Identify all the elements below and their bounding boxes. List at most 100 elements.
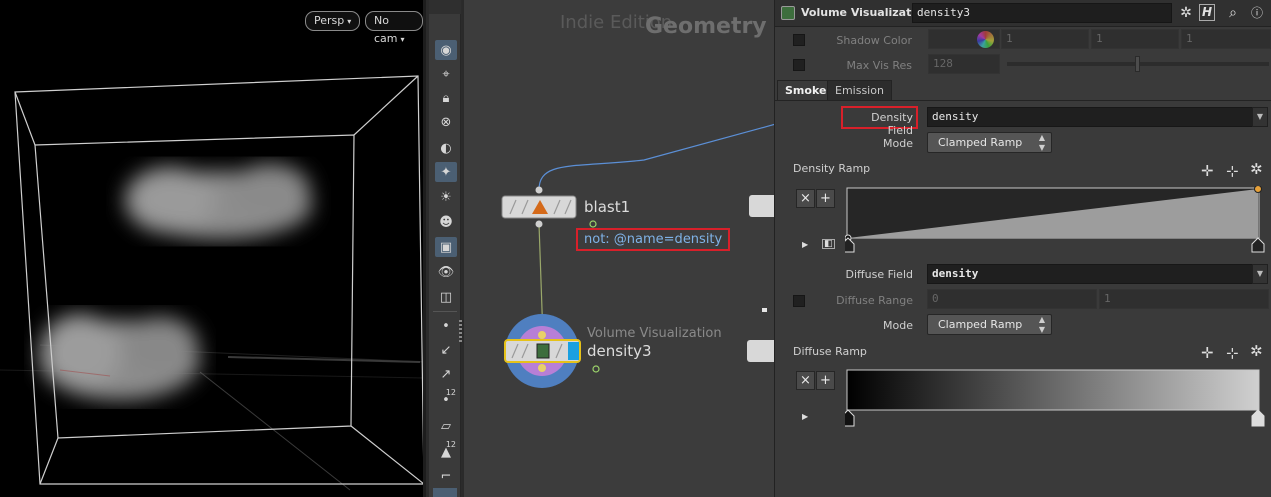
density-field-dropdown[interactable]: ▼ bbox=[1252, 107, 1268, 127]
light-icon[interactable]: ✦ bbox=[435, 162, 457, 182]
primitive-numbers-label: 12 bbox=[445, 440, 456, 449]
density-field-input[interactable]: density bbox=[927, 107, 1261, 127]
ramp-remove-key-button[interactable]: × bbox=[796, 189, 815, 208]
max-vis-res-field[interactable]: 128 bbox=[928, 54, 1000, 74]
primitive-normal-icon[interactable]: ▱ bbox=[435, 416, 457, 436]
offscreen-node-upper bbox=[749, 195, 774, 217]
node-name-field[interactable]: density3 bbox=[912, 3, 1172, 23]
grid-icon[interactable]: ⌐ bbox=[435, 466, 457, 486]
output-connector bbox=[535, 220, 543, 228]
ramp-move-icon[interactable]: ✛ bbox=[1201, 162, 1214, 180]
max-vis-res-toggle[interactable] bbox=[793, 59, 805, 71]
visibility-icon[interactable]: 👁︎ bbox=[435, 262, 457, 282]
updown-arrows-icon: ▲ ▼ bbox=[1038, 133, 1045, 152]
diffuse-mode-menu[interactable]: Clamped Ramp ▲ ▼ bbox=[927, 314, 1052, 335]
diffuse-mode-value: Clamped Ramp bbox=[938, 318, 1023, 331]
ramp-key-handle-right bbox=[1251, 409, 1265, 427]
shadow-color-r[interactable]: 1 bbox=[1001, 29, 1089, 49]
headlight-icon[interactable]: ☀ bbox=[435, 187, 457, 207]
camera-select-label: No cam bbox=[374, 14, 398, 45]
normal-icon[interactable]: ↙ bbox=[435, 340, 457, 360]
ramp-snap-icon[interactable]: ⊹ bbox=[1226, 344, 1239, 362]
ramp-view-icon[interactable]: ◧ bbox=[822, 239, 835, 249]
toolbar-divider bbox=[433, 311, 457, 312]
smoke-cloud-lower bbox=[40, 314, 200, 400]
network-marker bbox=[762, 308, 767, 312]
network-editor[interactable]: Indie Edition Geometry blast1 not: @name… bbox=[462, 0, 774, 497]
tab-divider bbox=[775, 100, 1271, 101]
ghost-icon[interactable]: ☻ bbox=[435, 212, 457, 232]
tab-emission[interactable]: Emission bbox=[827, 80, 892, 101]
scene-viewport[interactable]: Persp ▾ No cam ▾ bbox=[0, 0, 426, 497]
expand-ramp-icon[interactable]: ▶ bbox=[802, 412, 808, 421]
help-h-icon[interactable]: H bbox=[1199, 4, 1215, 21]
diffuse-mode-label: Mode bbox=[883, 319, 913, 332]
ramp-gear-icon[interactable]: ✲ bbox=[1250, 160, 1263, 178]
diffuse-range-toggle[interactable] bbox=[793, 295, 805, 307]
input-connector bbox=[535, 186, 543, 194]
camera-view-label: Persp bbox=[314, 14, 345, 27]
info-icon[interactable]: ⓘ bbox=[1247, 4, 1267, 23]
updown-arrows-icon: ▲ ▼ bbox=[1038, 315, 1045, 334]
diffuse-range-min[interactable]: 0 bbox=[927, 289, 1097, 309]
ramp-move-icon[interactable]: ✛ bbox=[1201, 344, 1214, 362]
point-icon[interactable]: • bbox=[435, 316, 457, 336]
display-options-icon[interactable]: ◉ bbox=[435, 40, 457, 60]
primitive-numbers-icon[interactable]: ▲ 12 bbox=[435, 440, 457, 462]
ramp-key-handle-left bbox=[845, 409, 855, 427]
max-vis-res-label: Max Vis Res bbox=[846, 59, 912, 72]
ramp-add-key-button[interactable]: + bbox=[816, 371, 835, 390]
density-ramp-editor[interactable] bbox=[845, 186, 1265, 254]
wireframe-icon[interactable]: ◫ bbox=[435, 287, 457, 307]
vector-icon[interactable]: ↗ bbox=[435, 364, 457, 384]
shading-icon[interactable]: ◐ bbox=[435, 138, 457, 158]
blast-node-name[interactable]: blast1 bbox=[584, 198, 630, 216]
vis-node-type: Volume Visualization bbox=[587, 326, 722, 341]
point-numbers-label: 12 bbox=[445, 388, 456, 397]
diffuse-range-label: Diffuse Range bbox=[836, 294, 913, 307]
parameter-pane: Volume Visualization density3 ✲ H ⌕ ⓘ Sh… bbox=[774, 0, 1271, 497]
tab-smoke[interactable]: Smoke bbox=[777, 80, 835, 101]
max-vis-res-slider-knob[interactable] bbox=[1135, 56, 1140, 72]
search-icon[interactable]: ⌕ bbox=[1223, 4, 1243, 23]
camera-view-menu[interactable]: Persp ▾ bbox=[305, 11, 361, 31]
density-ramp-label: Density Ramp bbox=[793, 162, 871, 175]
blast-node-comment: not: @name=density bbox=[576, 228, 731, 251]
camera-select-menu[interactable]: No cam ▾ bbox=[365, 11, 423, 45]
ramp-remove-key-button[interactable]: × bbox=[796, 371, 815, 390]
volume-visualization-icon bbox=[781, 6, 795, 20]
gear-icon[interactable]: ✲ bbox=[1176, 4, 1196, 23]
cancel-icon[interactable]: ⊗ bbox=[435, 112, 457, 132]
volume-visualization-node bbox=[504, 314, 600, 388]
blast-node bbox=[501, 195, 597, 228]
ramp-gear-icon[interactable]: ✲ bbox=[1250, 342, 1263, 360]
snap-icon[interactable]: ⌖ bbox=[435, 64, 457, 84]
chevron-down-icon: ▾ bbox=[347, 17, 352, 26]
density-mode-label: Mode bbox=[883, 137, 913, 150]
ramp-add-key-button[interactable]: + bbox=[816, 189, 835, 208]
vis-node-name[interactable]: density3 bbox=[587, 342, 652, 360]
expand-ramp-icon[interactable]: ▶ bbox=[802, 240, 808, 249]
ramp-snap-icon[interactable]: ⊹ bbox=[1226, 162, 1239, 180]
shadow-color-toggle[interactable] bbox=[793, 34, 805, 46]
diffuse-field-input[interactable]: density bbox=[927, 264, 1261, 284]
toolbar-bottom-button[interactable] bbox=[433, 488, 457, 497]
shadow-color-g[interactable]: 1 bbox=[1091, 29, 1179, 49]
lock-icon[interactable]: 🔒︎ bbox=[435, 88, 457, 108]
diffuse-field-dropdown[interactable]: ▼ bbox=[1252, 264, 1268, 284]
shadow-color-b[interactable]: 1 bbox=[1181, 29, 1271, 49]
point-numbers-icon[interactable]: • 12 bbox=[435, 388, 457, 410]
diffuse-ramp-editor[interactable] bbox=[845, 368, 1265, 430]
toolbar-header bbox=[429, 0, 461, 14]
offscreen-node-lower bbox=[747, 340, 774, 362]
density-field-label: Density Field bbox=[871, 111, 913, 137]
color-wheel-icon[interactable] bbox=[977, 31, 994, 48]
density-mode-menu[interactable]: Clamped Ramp ▲ ▼ bbox=[927, 132, 1052, 153]
parameter-header: Volume Visualization density3 ✲ H ⌕ ⓘ bbox=[775, 0, 1271, 27]
diffuse-field-label: Diffuse Field bbox=[845, 268, 913, 281]
diffuse-range-max[interactable]: 1 bbox=[1099, 289, 1269, 309]
camera-lock-icon[interactable]: ▣ bbox=[435, 237, 457, 257]
ramp-key-handle-left bbox=[845, 237, 855, 253]
wire-input bbox=[538, 123, 774, 191]
ramp-key-handle-right bbox=[1251, 237, 1265, 253]
